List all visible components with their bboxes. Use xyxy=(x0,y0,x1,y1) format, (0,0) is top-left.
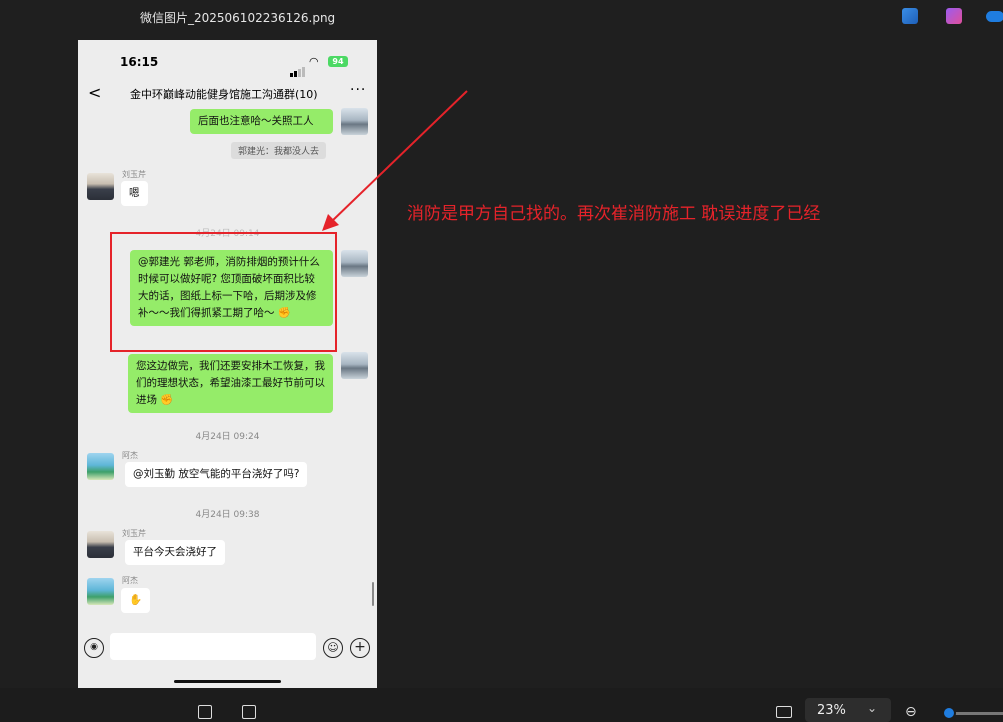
annotation-arrow xyxy=(322,90,468,231)
zoom-value: 23% xyxy=(817,703,846,718)
zoom-out-icon[interactable]: ⊖ xyxy=(905,704,917,720)
crop-icon[interactable] xyxy=(198,705,212,719)
chevron-down-icon: ⌄ xyxy=(867,701,878,715)
zoom-dropdown[interactable]: 23% ⌄ xyxy=(805,698,891,722)
fit-screen-icon[interactable] xyxy=(776,706,792,718)
annotation-text: 消防是甲方自己找的。再次崔消防施工 耽误进度了已经 xyxy=(407,204,821,224)
text-scan-icon[interactable] xyxy=(242,705,256,719)
zoom-slider-thumb[interactable] xyxy=(942,706,956,720)
viewer-toolbar: 23% ⌄ ⊖ xyxy=(0,688,1003,722)
